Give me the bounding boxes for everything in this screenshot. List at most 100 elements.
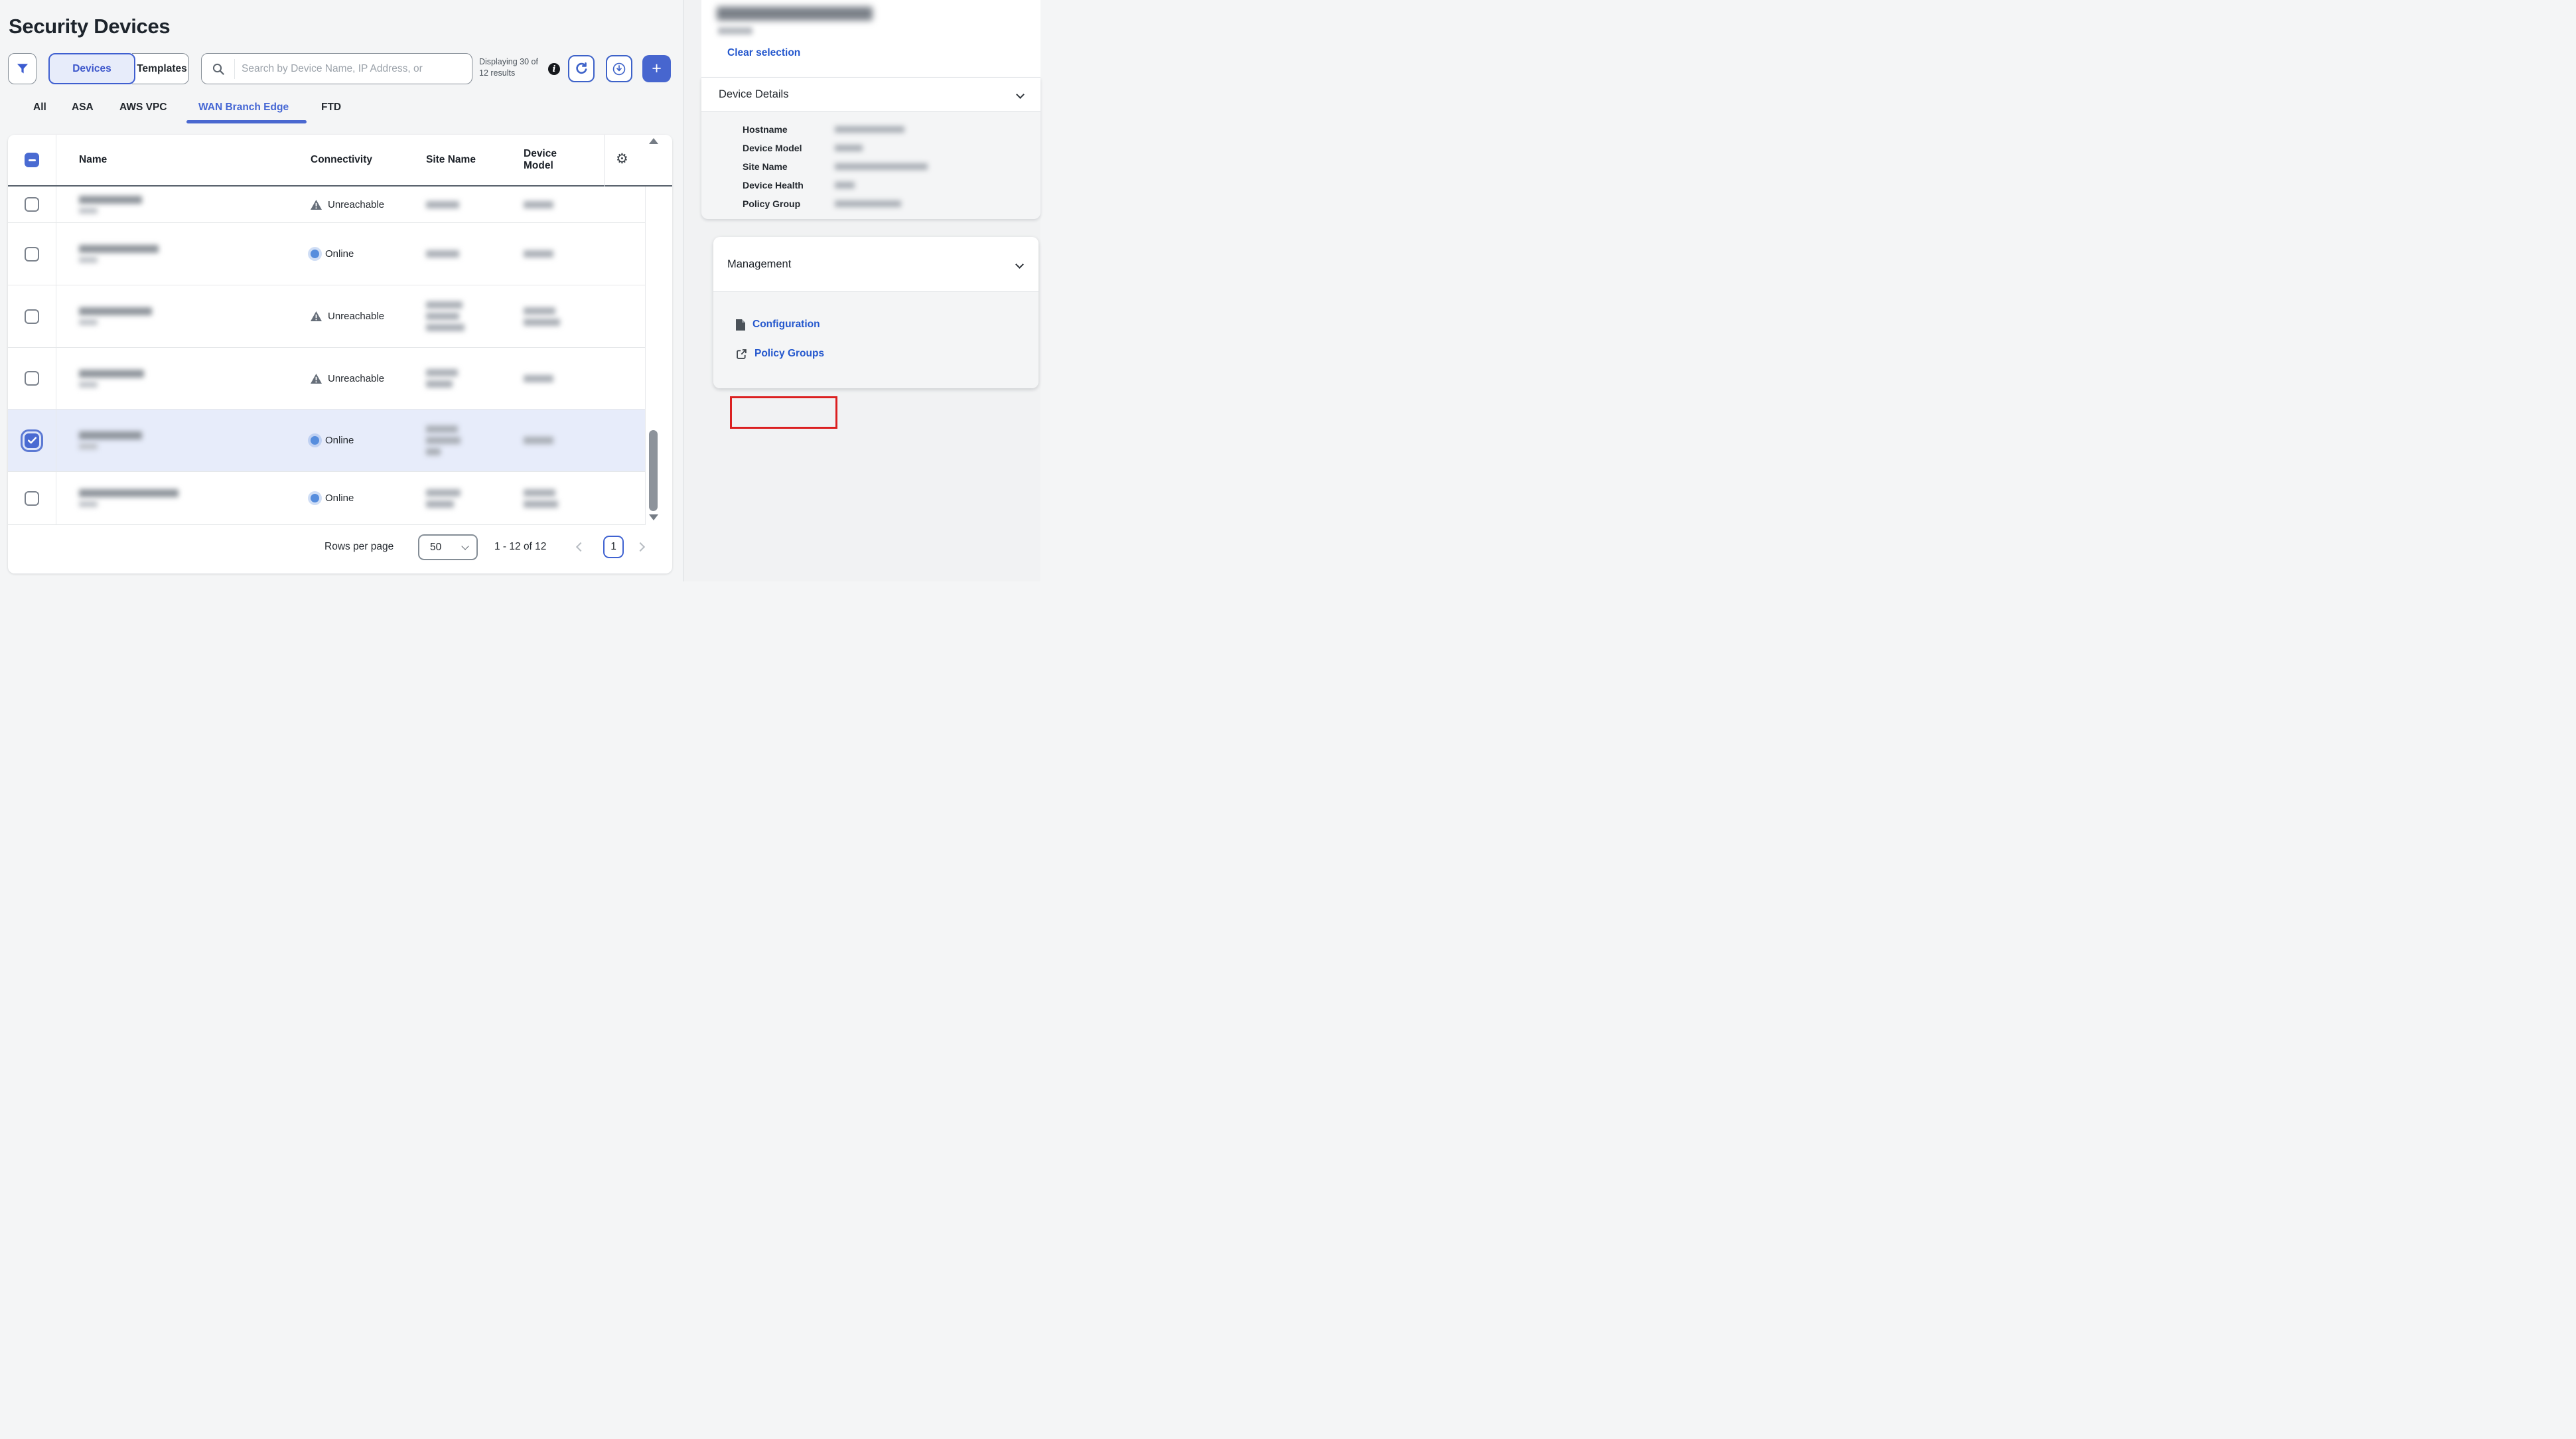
warning-icon	[311, 200, 322, 210]
detail-value-redacted	[835, 200, 901, 207]
tab-aws-vpc[interactable]: AWS VPC	[119, 102, 167, 114]
device-table-card: Name Connectivity Site Name Device Model…	[8, 135, 672, 573]
collapse-management-icon[interactable]	[1015, 260, 1024, 269]
chevron-right-icon	[636, 542, 645, 552]
row-checkbox[interactable]	[25, 197, 39, 212]
tab-ftd[interactable]: FTD	[321, 102, 341, 114]
warning-icon	[311, 374, 322, 384]
table-row[interactable]: Online	[8, 472, 645, 525]
funnel-icon	[17, 63, 29, 74]
row-checkbox[interactable]	[25, 491, 39, 506]
tab-all[interactable]: All	[33, 102, 46, 114]
previous-page-button[interactable]	[577, 542, 584, 554]
filter-button[interactable]	[8, 53, 36, 84]
column-header-device-model[interactable]: Device Model	[516, 148, 604, 172]
pagination-range: 1 - 12 of 12	[494, 541, 546, 553]
info-icon[interactable]: i	[548, 63, 560, 75]
connectivity-cell: Online	[303, 248, 418, 260]
download-circle-icon	[612, 62, 626, 76]
device-name-cell	[56, 370, 303, 388]
search-box[interactable]	[201, 53, 472, 84]
tab-wan-branch-edge[interactable]: WAN Branch Edge	[198, 102, 289, 114]
detail-row-site-name: Site Name	[701, 157, 1040, 176]
refresh-icon	[575, 62, 589, 76]
site-name-cell	[418, 250, 516, 258]
refresh-button[interactable]	[568, 55, 595, 82]
device-name-cell	[56, 431, 303, 449]
device-details-title: Device Details	[719, 88, 788, 101]
row-checkbox[interactable]	[25, 433, 39, 448]
device-name-cell	[56, 196, 303, 214]
online-icon	[311, 436, 319, 445]
view-toggle: Devices Templates	[48, 53, 189, 84]
chevron-left-icon	[576, 542, 585, 552]
device-model-cell	[516, 250, 604, 258]
detail-value-redacted	[835, 145, 863, 151]
next-page-button[interactable]	[637, 542, 644, 554]
collapse-device-details-icon[interactable]	[1016, 90, 1025, 99]
device-name-cell	[56, 245, 303, 263]
table-row[interactable]: Unreachable	[8, 187, 645, 223]
tab-asa[interactable]: ASA	[72, 102, 94, 114]
device-name-cell	[56, 307, 303, 325]
toggle-devices[interactable]: Devices	[48, 53, 135, 84]
selected-device-name	[717, 7, 873, 21]
policy-groups-highlight-box	[730, 396, 837, 429]
search-icon	[202, 59, 235, 79]
column-header-site-name[interactable]: Site Name	[418, 154, 516, 166]
toggle-templates[interactable]: Templates	[132, 53, 189, 84]
rows-per-page-select[interactable]: 50	[418, 534, 478, 560]
online-icon	[311, 250, 319, 258]
connectivity-cell: Online	[303, 435, 418, 446]
scrollbar-down-arrow[interactable]	[649, 514, 658, 520]
management-card: Management Configuration Policy Groups	[713, 237, 1038, 388]
detail-value-redacted	[835, 163, 928, 170]
selected-device-subtitle	[718, 27, 752, 35]
active-tab-underline	[186, 120, 307, 123]
add-device-button[interactable]: +	[642, 55, 671, 82]
site-name-cell	[418, 489, 516, 508]
scrollbar-thumb[interactable]	[649, 430, 658, 511]
device-details-card: Device Details Hostname Device Model Sit…	[701, 77, 1040, 218]
policy-groups-link[interactable]: Policy Groups	[736, 348, 824, 360]
device-name-cell	[56, 489, 303, 507]
table-row[interactable]: Unreachable	[8, 285, 645, 348]
export-button[interactable]	[606, 55, 632, 82]
detail-row-policy-group: Policy Group	[701, 194, 1040, 213]
results-count: Displaying 30 of 12 results	[479, 56, 539, 78]
row-checkbox[interactable]	[25, 309, 39, 324]
chevron-down-icon	[461, 542, 468, 550]
row-checkbox[interactable]	[25, 247, 39, 262]
clear-selection-link[interactable]: Clear selection	[727, 47, 800, 59]
device-model-cell	[516, 489, 604, 508]
connectivity-cell: Unreachable	[303, 199, 418, 210]
external-link-icon	[736, 348, 747, 360]
configuration-link[interactable]: Configuration	[736, 319, 820, 331]
page-title: Security Devices	[9, 15, 170, 38]
online-icon	[311, 494, 319, 502]
detail-row-device-model: Device Model	[701, 139, 1040, 157]
row-checkbox[interactable]	[25, 371, 39, 386]
device-model-cell	[516, 307, 604, 326]
gear-icon[interactable]: ⚙	[616, 152, 628, 166]
site-name-cell	[418, 369, 516, 388]
column-header-name[interactable]: Name	[56, 154, 303, 166]
table-row-selected[interactable]: Online	[8, 410, 645, 472]
rows-per-page-label: Rows per page	[324, 541, 394, 553]
page-number-button[interactable]: 1	[603, 536, 624, 558]
select-all-checkbox[interactable]	[25, 153, 39, 167]
device-details-panel: Clear selection Device Details Hostname …	[683, 0, 1040, 581]
table-header: Name Connectivity Site Name Device Model	[8, 135, 672, 187]
connectivity-cell: Unreachable	[303, 373, 418, 384]
header-column-divider	[604, 135, 605, 187]
search-input[interactable]	[235, 63, 472, 75]
column-header-connectivity[interactable]: Connectivity	[303, 154, 418, 166]
device-model-cell	[516, 437, 604, 444]
connectivity-cell: Unreachable	[303, 311, 418, 322]
scrollbar-up-arrow[interactable]	[649, 138, 658, 144]
warning-icon	[311, 311, 322, 321]
table-row[interactable]: Online	[8, 223, 645, 285]
table-row[interactable]: Unreachable	[8, 348, 645, 410]
detail-row-device-health: Device Health	[701, 176, 1040, 194]
detail-row-hostname: Hostname	[701, 120, 1040, 139]
